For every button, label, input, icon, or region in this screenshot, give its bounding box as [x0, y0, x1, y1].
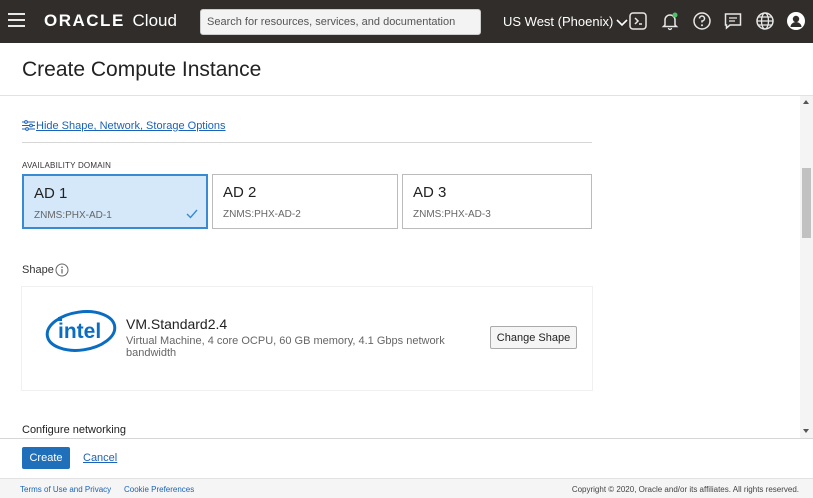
region-selector[interactable]: US West (Phoenix)	[503, 14, 628, 29]
intel-logo: intel	[45, 310, 117, 352]
footer: Terms of Use and Privacy Cookie Preferen…	[0, 478, 813, 498]
top-navigation-bar: ORACLE Cloud US West (Phoenix)	[0, 0, 813, 43]
cloud-shell-icon[interactable]	[628, 11, 648, 31]
form-content: Hide Shape, Network, Storage Options AVA…	[0, 96, 813, 438]
create-button[interactable]: Create	[22, 447, 70, 469]
ad-option-3[interactable]: AD 3 ZNMS:PHX-AD-3	[402, 174, 592, 229]
feedback-icon[interactable]	[723, 11, 743, 31]
configure-networking-heading: Configure networking	[22, 424, 126, 436]
language-icon[interactable]	[755, 11, 775, 31]
ad-id: ZNMS:PHX-AD-3	[413, 209, 491, 220]
cookie-preferences-link[interactable]: Cookie Preferences	[124, 485, 194, 494]
page-header: Create Compute Instance	[0, 43, 813, 96]
terms-link[interactable]: Terms of Use and Privacy	[20, 485, 111, 494]
change-shape-button[interactable]: Change Shape	[490, 326, 577, 349]
scrollbar-thumb[interactable]	[802, 168, 811, 238]
search-input[interactable]	[200, 9, 481, 35]
copyright-text: Copyright © 2020, Oracle and/or its affi…	[571, 485, 799, 494]
ad-name: AD 3	[413, 184, 447, 201]
help-icon[interactable]	[692, 11, 712, 31]
scroll-up-arrow[interactable]	[803, 100, 809, 104]
shape-panel: intel VM.Standard2.4 Virtual Machine, 4 …	[22, 287, 592, 390]
ad-option-2[interactable]: AD 2 ZNMS:PHX-AD-2	[212, 174, 398, 229]
divider	[22, 142, 592, 143]
checkmark-icon	[186, 209, 198, 219]
logo-product: Cloud	[132, 11, 177, 30]
availability-domain-label: AVAILABILITY DOMAIN	[22, 161, 112, 170]
ad-name: AD 2	[223, 184, 257, 201]
ad-id: ZNMS:PHX-AD-1	[34, 210, 112, 221]
ad-name: AD 1	[34, 185, 68, 202]
hide-options-label: Hide Shape, Network, Storage Options	[36, 120, 226, 132]
chevron-down-icon	[616, 18, 628, 26]
scrollbar[interactable]	[800, 96, 813, 438]
info-icon[interactable]	[55, 263, 69, 277]
logo-brand: ORACLE	[44, 11, 125, 30]
oracle-cloud-logo[interactable]: ORACLE Cloud	[44, 11, 177, 31]
shape-label: Shape	[22, 264, 54, 276]
shape-name: VM.Standard2.4	[126, 316, 228, 332]
user-icon[interactable]	[786, 11, 806, 31]
sliders-icon	[22, 120, 35, 131]
region-label: US West (Phoenix)	[503, 14, 614, 29]
ad-id: ZNMS:PHX-AD-2	[223, 209, 301, 220]
menu-icon[interactable]	[8, 13, 25, 27]
scroll-down-arrow[interactable]	[803, 429, 809, 433]
notifications-icon[interactable]	[660, 11, 680, 31]
page-title: Create Compute Instance	[22, 58, 262, 81]
intel-logo-text: intel	[58, 320, 101, 343]
hide-options-link[interactable]: Hide Shape, Network, Storage Options	[22, 120, 226, 132]
action-bar: Create Cancel	[0, 438, 813, 478]
shape-description: Virtual Machine, 4 core OCPU, 60 GB memo…	[126, 335, 445, 359]
cancel-link[interactable]: Cancel	[83, 452, 117, 464]
ad-option-1[interactable]: AD 1 ZNMS:PHX-AD-1	[22, 174, 208, 229]
